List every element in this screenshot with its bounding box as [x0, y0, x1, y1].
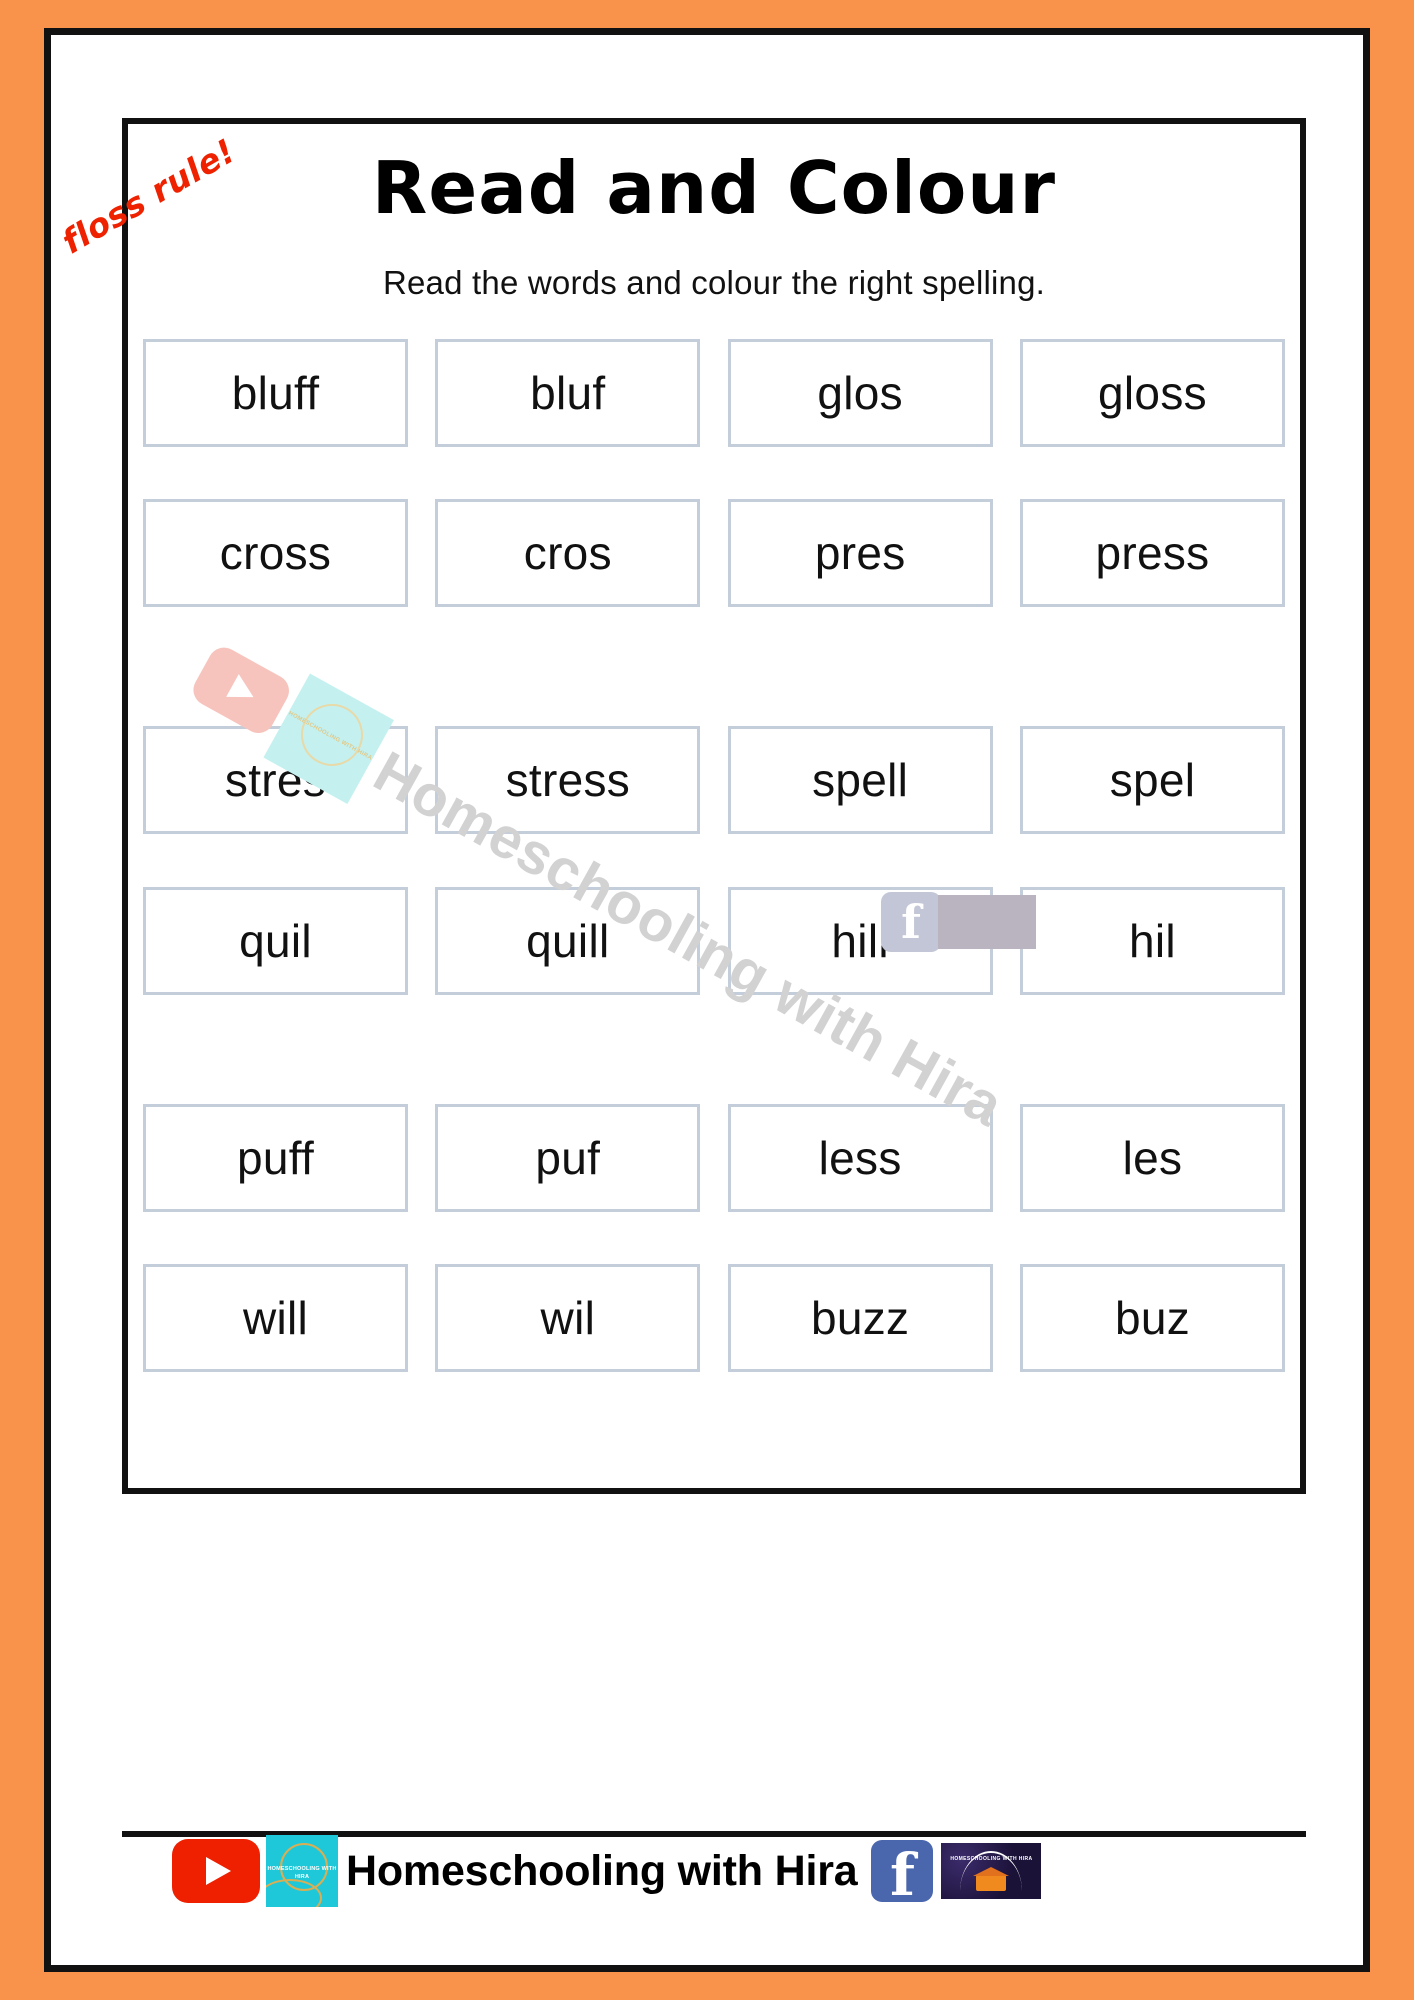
house-icon	[973, 1867, 1010, 1891]
footer-bar: HOMESCHOOLING WITH HIRA Homeschooling wi…	[122, 1835, 1306, 1907]
footer-brand: Homeschooling with Hira	[346, 1846, 858, 1895]
word-box[interactable]: hill	[727, 887, 993, 995]
page-title: Read and Colour	[371, 146, 1057, 230]
word-row: cross cros pres press	[128, 499, 1300, 607]
word-box[interactable]: gloss	[1019, 339, 1285, 447]
word-box[interactable]: spel	[1019, 726, 1285, 834]
word-box[interactable]: cross	[143, 499, 408, 607]
word-row: puff puf less les	[128, 1104, 1300, 1212]
word-box[interactable]: hil	[1019, 887, 1285, 995]
word-box[interactable]: les	[1019, 1104, 1285, 1212]
channel-logo[interactable]: HOMESCHOOLING WITH HIRA	[266, 1835, 338, 1907]
word-box[interactable]: glos	[727, 339, 993, 447]
word-box[interactable]: less	[727, 1104, 993, 1212]
footer-banner[interactable]: HOMESCHOOLING WITH HIRA	[941, 1843, 1042, 1899]
word-box[interactable]: wil	[435, 1264, 701, 1372]
word-box[interactable]: buz	[1019, 1264, 1285, 1372]
word-row: stres stress spell spel	[128, 726, 1300, 834]
word-row: quil quill hill hil	[128, 887, 1300, 995]
word-box[interactable]: puff	[143, 1104, 408, 1212]
word-box[interactable]: bluf	[435, 339, 701, 447]
paper-sheet: Read and Colour Read the words and colou…	[44, 28, 1370, 1972]
facebook-icon[interactable]: f	[871, 1840, 934, 1904]
channel-logo-caption: HOMESCHOOLING WITH HIRA	[267, 1866, 337, 1881]
banner-caption: HOMESCHOOLING WITH HIRA	[950, 1856, 1033, 1862]
word-box[interactable]: buzz	[727, 1264, 993, 1372]
word-box[interactable]: cros	[435, 499, 701, 607]
word-row: will wil buzz buz	[128, 1264, 1300, 1372]
word-box[interactable]: will	[143, 1264, 408, 1372]
word-box[interactable]: spell	[727, 726, 993, 834]
word-box[interactable]: quill	[435, 887, 701, 995]
word-box[interactable]: stress	[435, 726, 701, 834]
word-box[interactable]: pres	[727, 499, 993, 607]
word-box[interactable]: stres	[143, 726, 408, 834]
word-row: bluff bluf glos gloss	[128, 339, 1300, 447]
word-box[interactable]: quil	[143, 887, 408, 995]
content-frame: Read and Colour Read the words and colou…	[122, 118, 1306, 1494]
word-box[interactable]: press	[1019, 499, 1285, 607]
worksheet-page: Read and Colour Read the words and colou…	[0, 0, 1414, 2000]
word-box[interactable]: bluff	[143, 339, 408, 447]
page-subtitle: Read the words and colour the right spel…	[382, 264, 1046, 301]
youtube-icon[interactable]	[172, 1839, 260, 1903]
word-box[interactable]: puf	[435, 1104, 701, 1212]
